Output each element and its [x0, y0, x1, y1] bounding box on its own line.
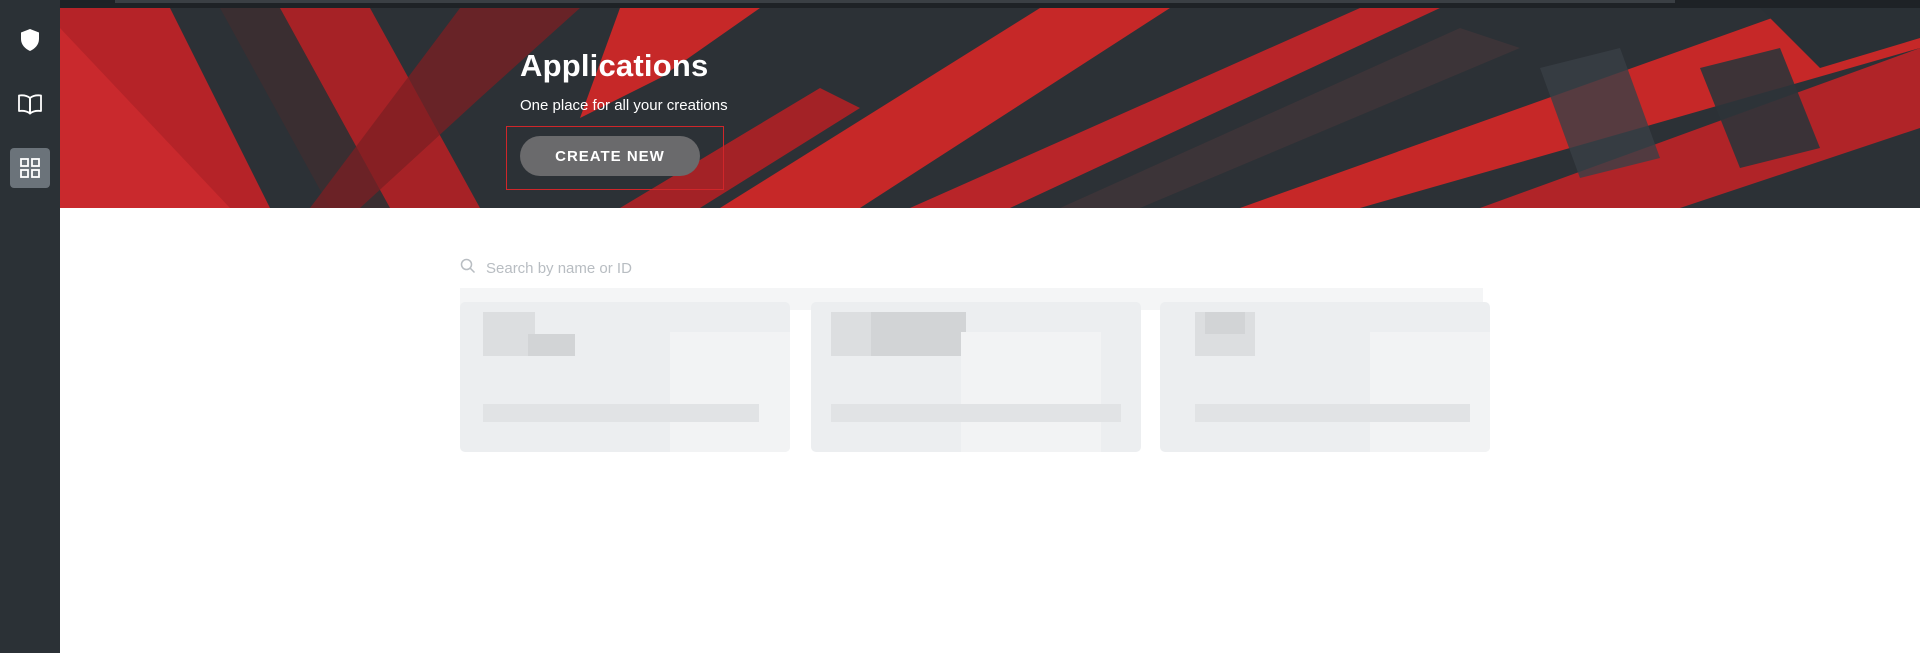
create-new-button[interactable]: CREATE NEW — [520, 136, 700, 176]
sidebar-item-applications[interactable] — [10, 148, 50, 188]
search-input[interactable] — [486, 259, 966, 277]
page-subtitle: One place for all your creations — [520, 97, 728, 114]
hero-banner: Applications One place for all your crea… — [60, 8, 1920, 208]
hero-background-graphic — [60, 8, 1920, 208]
search-bar — [460, 256, 1020, 280]
sidebar-item-security[interactable] — [10, 20, 50, 60]
application-card-placeholder[interactable] — [1160, 302, 1490, 452]
sidebar-item-docs[interactable] — [10, 84, 50, 124]
shield-icon — [19, 28, 41, 52]
window-top-strip — [0, 0, 1920, 8]
book-icon — [17, 93, 43, 115]
grid-icon — [19, 157, 41, 179]
application-card-placeholder[interactable] — [460, 302, 790, 452]
search-icon — [460, 258, 486, 279]
page-title: Applications — [520, 48, 709, 83]
sidebar — [0, 0, 60, 653]
application-card-placeholder[interactable] — [811, 302, 1141, 452]
